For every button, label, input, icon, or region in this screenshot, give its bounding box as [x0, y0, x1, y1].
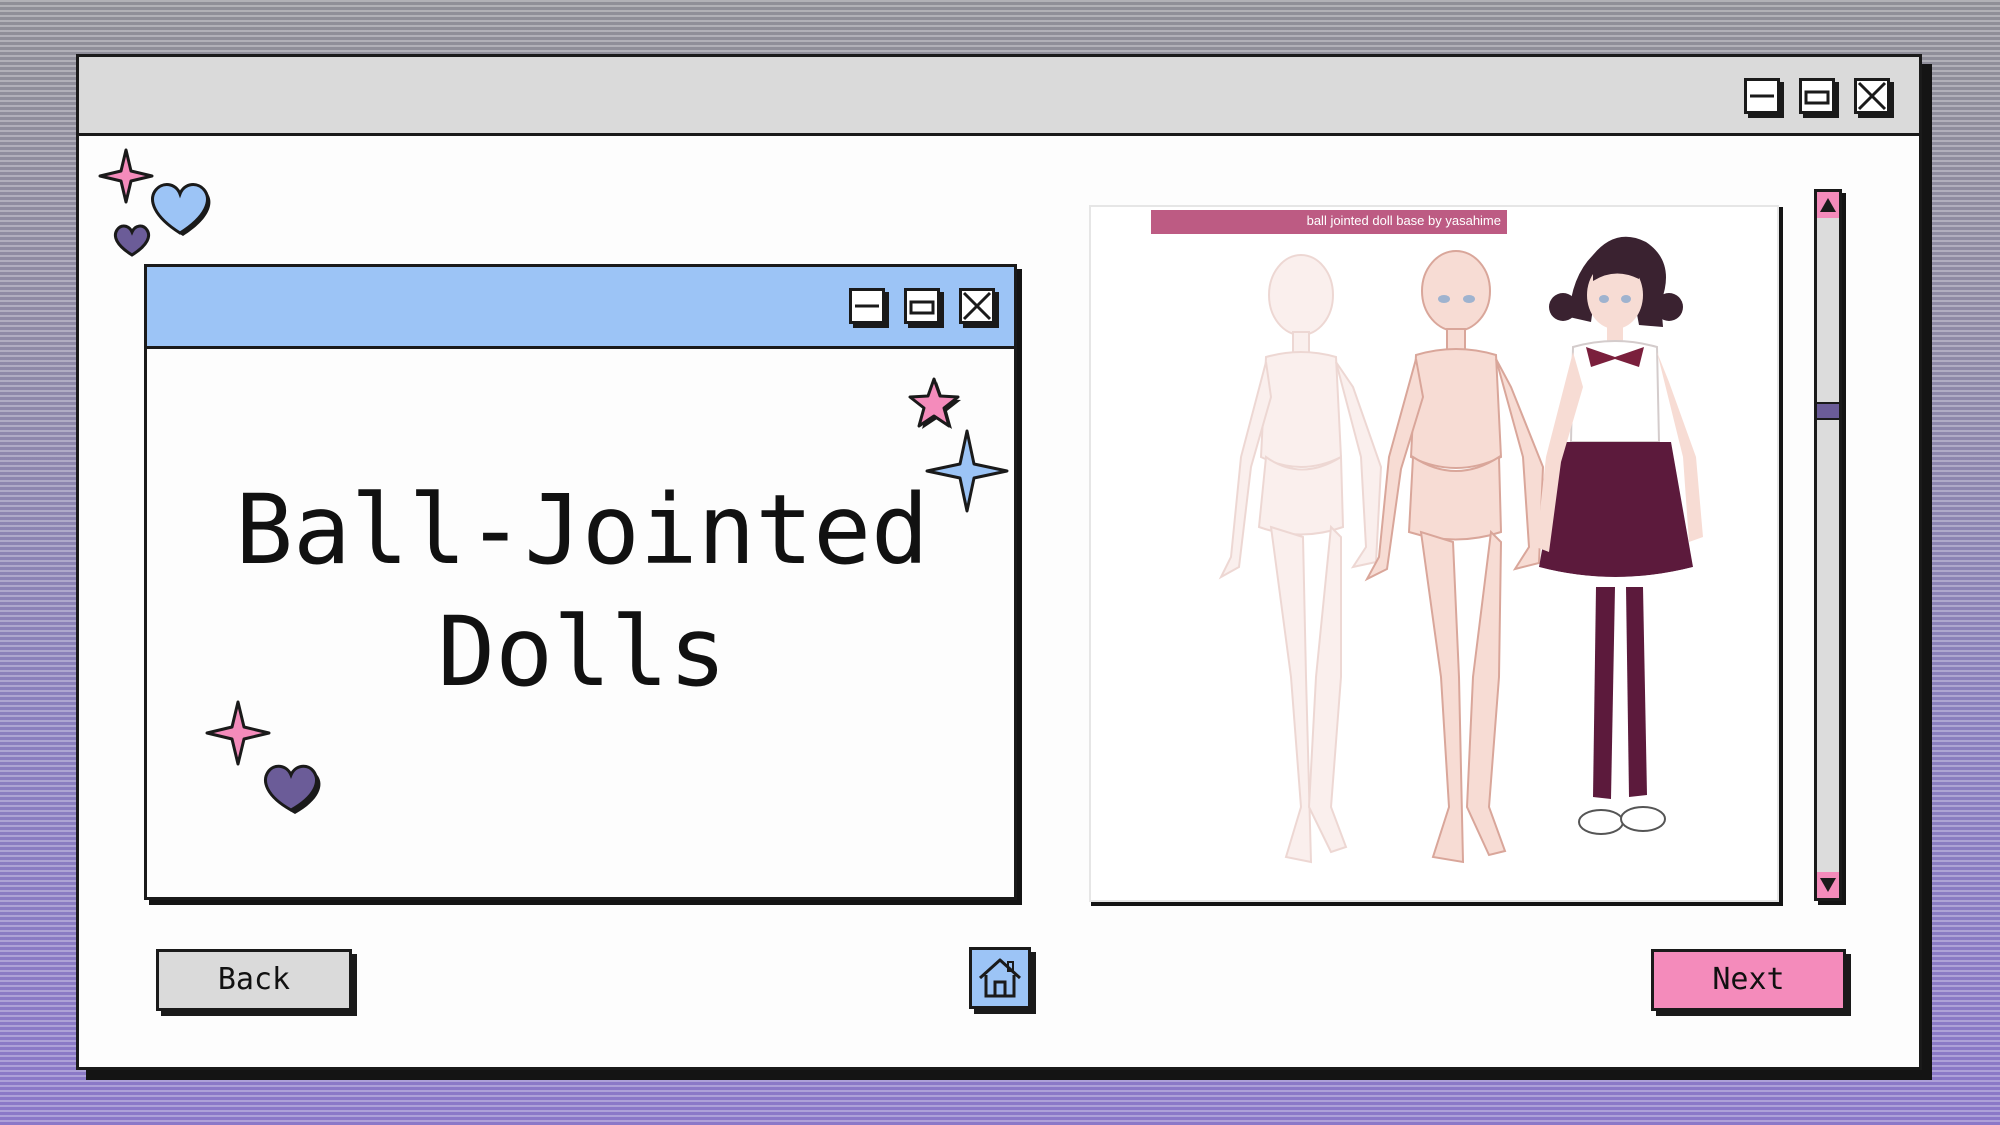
page-title-line1: Ball-Jointed [235, 474, 929, 586]
inner-titlebar [147, 267, 1014, 349]
arrow-down-icon[interactable] [1817, 872, 1839, 898]
sparkle-pink-icon [205, 700, 271, 766]
home-button[interactable] [969, 947, 1031, 1009]
heart-blue-icon [151, 183, 211, 236]
page-title-line2: Dolls [437, 596, 727, 708]
close-icon[interactable] [959, 288, 995, 324]
next-button[interactable]: Next [1651, 949, 1846, 1011]
back-button[interactable]: Back [156, 949, 352, 1011]
doll-image: ball jointed doll base by yasahime [1089, 205, 1779, 902]
arrow-up-icon[interactable] [1817, 192, 1839, 218]
home-icon [978, 958, 1022, 998]
maximize-icon[interactable] [1799, 78, 1835, 114]
heart-purple-icon [264, 764, 321, 814]
minimize-icon[interactable] [849, 288, 885, 324]
maximize-icon[interactable] [904, 288, 940, 324]
main-titlebar [79, 57, 1919, 136]
heart-purple-icon [113, 224, 151, 257]
scrollbar[interactable] [1814, 189, 1842, 901]
close-icon[interactable] [1854, 78, 1890, 114]
sparkle-blue-icon [925, 429, 1009, 513]
scroll-thumb[interactable] [1817, 402, 1839, 420]
doll-illustration [1218, 236, 1703, 864]
star-pink-icon [908, 377, 961, 429]
minimize-icon[interactable] [1744, 78, 1780, 114]
